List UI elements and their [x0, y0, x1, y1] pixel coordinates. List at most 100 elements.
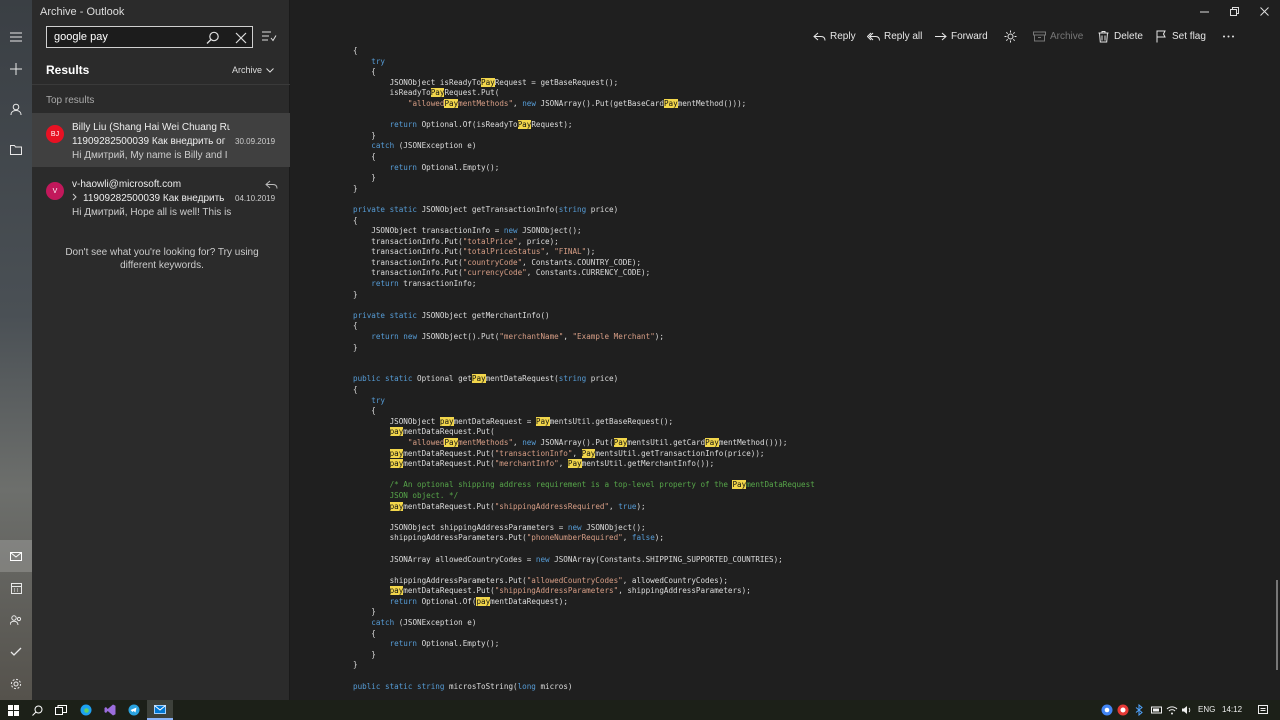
code-token: Optional.Empty();: [417, 162, 500, 172]
search-highlight: Pay: [663, 98, 678, 108]
search-icon[interactable]: [30, 703, 44, 717]
code-token: try: [353, 395, 386, 405]
reply-button[interactable]: Reply: [813, 30, 856, 43]
mail-preview: Hi Дмитрий, Hope all is well! This is: [72, 207, 232, 218]
code-token: public static string: [353, 681, 445, 691]
code-token: Optional get: [412, 374, 472, 384]
code-token: "allowedCountryCodes": [526, 575, 623, 585]
volume-icon[interactable]: [1181, 704, 1193, 716]
code-token: mentDataRequest =: [453, 416, 536, 426]
mail-app-taskbar-icon[interactable]: [147, 700, 173, 720]
mail-subject-row[interactable]: 11909282500039 Как внедрить: [72, 193, 230, 204]
forward-button[interactable]: Forward: [934, 30, 988, 43]
set-flag-label: Set flag: [1172, 31, 1206, 42]
forward-label: Forward: [951, 31, 988, 42]
list-item[interactable]: BJ Billy Liu (Shang Hai Wei Chuang Rua 1…: [32, 113, 290, 167]
code-line: }: [353, 290, 1253, 301]
mail-icon[interactable]: [0, 540, 32, 572]
search-icon[interactable]: [205, 30, 221, 46]
delete-button[interactable]: Delete: [1097, 30, 1143, 43]
folder-dropdown[interactable]: Archive: [232, 65, 274, 75]
minimize-icon[interactable]: [1197, 4, 1211, 18]
code-token: Optional.Of(isReadyTo: [417, 120, 518, 130]
code-line: "allowedPaymentMethods", new JSONArray()…: [353, 437, 1253, 449]
code-line: {: [353, 46, 1253, 57]
archive-button[interactable]: Archive: [1033, 30, 1083, 43]
calendar-icon[interactable]: [0, 572, 32, 604]
search-highlight: pay: [389, 427, 404, 437]
code-token: }: [353, 289, 358, 299]
reading-pane-scrollbar[interactable]: [1276, 580, 1278, 670]
opera-tray-icon[interactable]: [1117, 704, 1129, 716]
code-line: }: [353, 660, 1253, 671]
code-line: }: [353, 343, 1253, 354]
code-token: ,: [545, 247, 555, 257]
input-language[interactable]: ENG: [1198, 705, 1215, 714]
hamburger-menu-icon[interactable]: [0, 21, 32, 53]
code-token: false: [631, 533, 655, 543]
system-clock[interactable]: 14:12: [1222, 705, 1242, 714]
chrome-tray-icon[interactable]: [1101, 704, 1113, 716]
code-token: transactionInfo.Put(: [353, 236, 463, 246]
results-heading: Results: [46, 63, 90, 77]
close-window-icon[interactable]: [1257, 4, 1271, 18]
code-token: transactionInfo.Put(: [353, 247, 463, 257]
todo-check-icon[interactable]: [0, 636, 32, 668]
task-view-icon[interactable]: [54, 703, 68, 717]
archive-icon: [1033, 31, 1046, 42]
list-item[interactable]: V v-haowli@microsoft.com 11909282500039 …: [32, 170, 290, 224]
bluetooth-icon[interactable]: [1133, 704, 1145, 716]
search-box[interactable]: [46, 26, 253, 48]
no-results-hint: Don't see what you're looking for? Try u…: [65, 247, 259, 271]
code-line: JSONObject transactionInfo = new JSONObj…: [353, 226, 1253, 237]
code-line: try: [353, 396, 1253, 407]
telegram-icon[interactable]: [127, 703, 141, 717]
reply-all-button[interactable]: Reply all: [867, 30, 922, 43]
settings-gear-icon[interactable]: [0, 668, 32, 700]
code-line: {: [353, 406, 1253, 417]
code-token: "currencyCode": [462, 268, 527, 278]
code-line: public static string microsToString(long…: [353, 682, 1253, 693]
visual-studio-icon[interactable]: [103, 703, 117, 717]
set-flag-button[interactable]: Set flag: [1155, 30, 1206, 43]
actions-button[interactable]: [1004, 30, 1017, 43]
wifi-icon[interactable]: [1166, 704, 1178, 716]
edge-browser-icon[interactable]: [79, 703, 93, 717]
restore-icon[interactable]: [1227, 4, 1241, 18]
code-line: return transactionInfo;: [353, 279, 1253, 290]
filter-icon[interactable]: [261, 29, 277, 45]
code-token: {: [353, 406, 376, 416]
code-line: paymentDataRequest.Put("transactionInfo"…: [353, 448, 1253, 460]
folders-icon[interactable]: [0, 133, 32, 165]
more-actions-button[interactable]: [1222, 30, 1235, 43]
people-icon[interactable]: [0, 604, 32, 636]
accounts-person-icon[interactable]: [0, 93, 32, 125]
code-token: Request.Put(: [444, 88, 500, 98]
code-token: );: [586, 247, 596, 257]
code-line: catch (JSONException e): [353, 141, 1253, 152]
code-token: new: [567, 522, 582, 532]
code-line: }: [353, 650, 1253, 661]
notifications-icon[interactable]: [1257, 704, 1269, 716]
code-token: new: [535, 554, 550, 564]
close-icon[interactable]: [233, 30, 249, 46]
new-mail-plus-icon[interactable]: [0, 53, 32, 85]
search-highlight: Pay: [444, 437, 459, 447]
code-token: ,: [572, 448, 582, 458]
search-highlight: Pay: [430, 88, 445, 98]
chevron-right-icon[interactable]: [72, 193, 78, 201]
code-token: , price);: [517, 236, 559, 246]
reply-label: Reply: [830, 31, 856, 42]
search-input[interactable]: [47, 27, 197, 47]
code-token: }: [353, 183, 358, 193]
code-token: try: [353, 56, 386, 66]
code-token: ,: [609, 501, 619, 511]
battery-icon[interactable]: [1151, 704, 1163, 716]
windows-start-icon[interactable]: [6, 703, 20, 717]
code-token: , Constants.CURRENCY_CODE);: [526, 268, 651, 278]
